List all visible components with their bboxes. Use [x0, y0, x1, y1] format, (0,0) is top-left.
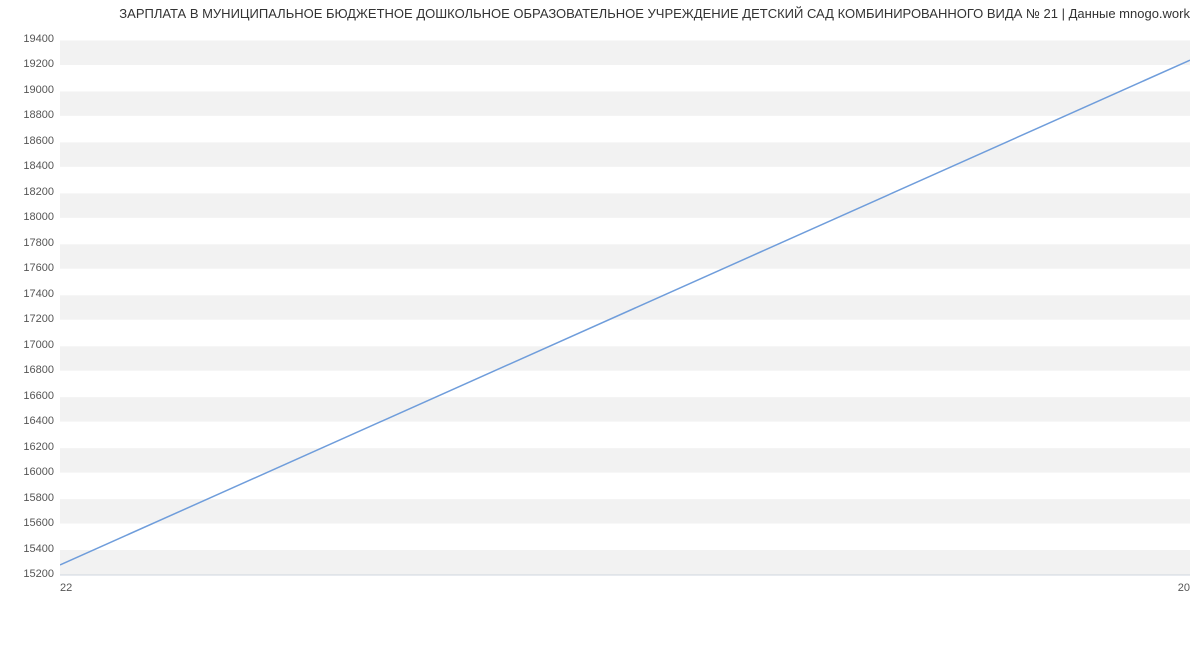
grid-band [60, 142, 1190, 167]
grid-band [60, 550, 1190, 575]
x-tick-label: 2022 [60, 582, 72, 594]
plot-area: 2022 2023 [60, 40, 1190, 595]
y-tick-label: 15400 [0, 543, 54, 555]
grid-band [60, 397, 1190, 422]
chart-container: ЗАРПЛАТА В МУНИЦИПАЛЬНОЕ БЮДЖЕТНОЕ ДОШКО… [0, 0, 1200, 650]
y-tick-label: 15200 [0, 568, 54, 580]
grid-band [60, 193, 1190, 218]
y-tick-label: 18600 [0, 135, 54, 147]
y-tick-label: 17000 [0, 339, 54, 351]
y-tick-label: 18000 [0, 211, 54, 223]
y-tick-label: 15800 [0, 492, 54, 504]
grid-band [60, 40, 1190, 65]
y-tick-label: 17600 [0, 262, 54, 274]
x-tick-label: 2023 [1178, 582, 1190, 594]
y-tick-label: 16000 [0, 466, 54, 478]
chart-title: ЗАРПЛАТА В МУНИЦИПАЛЬНОЕ БЮДЖЕТНОЕ ДОШКО… [10, 6, 1190, 21]
y-tick-label: 15600 [0, 517, 54, 529]
y-tick-label: 16200 [0, 441, 54, 453]
y-tick-label: 19000 [0, 84, 54, 96]
y-tick-label: 18200 [0, 186, 54, 198]
chart-svg: 2022 2023 [60, 40, 1190, 595]
grid-band [60, 346, 1190, 371]
y-tick-label: 18800 [0, 109, 54, 121]
y-tick-label: 16400 [0, 415, 54, 427]
y-tick-label: 17200 [0, 313, 54, 325]
y-tick-label: 16800 [0, 364, 54, 376]
grid-band [60, 244, 1190, 269]
grid-band [60, 499, 1190, 524]
grid-band [60, 295, 1190, 320]
y-tick-label: 19400 [0, 33, 54, 45]
y-tick-label: 16600 [0, 390, 54, 402]
y-tick-label: 19200 [0, 58, 54, 70]
grid-band [60, 91, 1190, 116]
grid-band [60, 448, 1190, 473]
y-tick-label: 17800 [0, 237, 54, 249]
y-tick-label: 17400 [0, 288, 54, 300]
y-tick-label: 18400 [0, 160, 54, 172]
